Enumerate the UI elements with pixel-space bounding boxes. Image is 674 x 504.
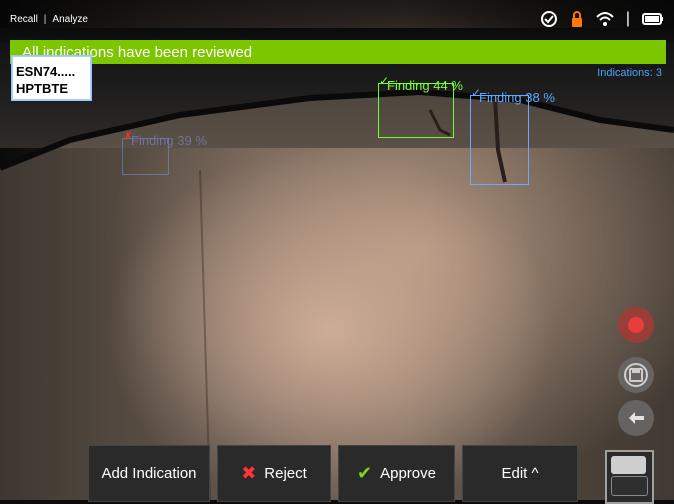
reject-label: Reject [264, 465, 307, 482]
edit-button[interactable]: Edit ^ [462, 445, 578, 502]
status-bar: Recall | Analyze | [0, 0, 674, 42]
finding-box[interactable]: ✓ Finding 44 % [378, 74, 463, 138]
indications-count: Indications: 3 [597, 67, 662, 79]
battery-icon [642, 13, 664, 25]
menu-recall[interactable]: Recall [10, 14, 38, 25]
finding-label: Finding 38 % [479, 90, 555, 105]
edit-label: Edit ^ [501, 465, 539, 482]
layout-toggle-icon [611, 456, 646, 474]
asset-esn: ESN74..... [16, 64, 76, 79]
layout-panel [611, 476, 648, 496]
layout-toggle-button[interactable] [605, 450, 654, 504]
status-icons: | [540, 10, 664, 28]
back-arrow-icon [629, 412, 644, 424]
save-icon [624, 363, 648, 387]
finding-label: Finding 44 % [387, 78, 463, 93]
save-button[interactable] [618, 357, 654, 393]
add-indication-button[interactable]: Add Indication [88, 445, 210, 502]
review-banner: All indications have been reviewed [10, 40, 666, 64]
finding-box[interactable]: ✓ Finding 38 % [470, 86, 555, 185]
menu-divider: | [43, 14, 47, 25]
asset-code: HPTBTE [16, 81, 68, 96]
reject-x-icon: ✖ [241, 463, 257, 483]
record-icon [628, 317, 644, 333]
top-menu: Recall | Analyze [10, 14, 88, 25]
approve-button[interactable]: ✔ Approve [338, 445, 455, 502]
sync-icon [540, 10, 558, 28]
menu-analyze[interactable]: Analyze [52, 14, 88, 25]
inspection-view [0, 0, 674, 500]
finding-box[interactable]: ✗ Finding 39 % [122, 129, 207, 175]
blade-edge-drawing [0, 88, 674, 500]
lock-icon [570, 10, 584, 28]
asset-info-box: ESN74..... HPTBTE [12, 56, 91, 100]
finding-label: Finding 39 % [131, 133, 207, 148]
approve-label: Approve [380, 465, 436, 482]
reject-button[interactable]: ✖ Reject [217, 445, 331, 502]
add-indication-label: Add Indication [101, 465, 197, 482]
status-divider: | [625, 10, 630, 27]
bottom-toolbar: Add Indication ✖ Reject ✔ Approve Edit ^ [88, 445, 674, 504]
back-button[interactable] [618, 400, 654, 436]
wifi-icon [596, 11, 614, 27]
record-button[interactable] [618, 307, 654, 343]
check-icon: ✔ [357, 463, 373, 483]
